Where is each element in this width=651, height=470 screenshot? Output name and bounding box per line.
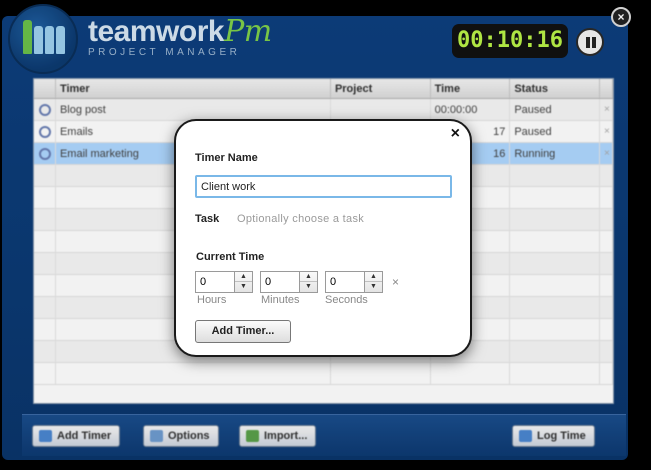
hours-arrows[interactable]: ▲ ▼: [235, 271, 253, 293]
seconds-label: Seconds: [325, 294, 368, 306]
add-timer-submit-button[interactable]: Add Timer...: [195, 320, 291, 343]
minutes-arrows[interactable]: ▲ ▼: [300, 271, 318, 293]
clear-time-icon[interactable]: ×: [392, 275, 399, 289]
chevron-down-icon[interactable]: ▼: [365, 282, 382, 292]
app-window: teamworkPm PROJECT MANAGER 00:10:16 × Ti…: [0, 0, 651, 470]
hours-label: Hours: [197, 294, 227, 306]
seconds-arrows[interactable]: ▲ ▼: [365, 271, 383, 293]
close-dialog-icon[interactable]: ×: [451, 125, 460, 143]
timer-name-label: Timer Name: [195, 152, 258, 164]
minutes-input[interactable]: [260, 271, 300, 293]
chevron-down-icon[interactable]: ▼: [235, 282, 252, 292]
task-label: Task: [195, 213, 220, 225]
hours-stepper[interactable]: ▲▼: [195, 271, 253, 293]
timer-name-input[interactable]: [195, 175, 452, 198]
seconds-input[interactable]: [325, 271, 365, 293]
minutes-label: Minutes: [261, 294, 300, 306]
chevron-down-icon[interactable]: ▼: [300, 282, 317, 292]
add-timer-dialog: × Timer Name Task Optionally choose a ta…: [174, 119, 472, 357]
minutes-stepper[interactable]: ▲▼: [260, 271, 318, 293]
hours-input[interactable]: [195, 271, 235, 293]
chevron-up-icon[interactable]: ▲: [365, 272, 382, 282]
current-time-label: Current Time: [196, 251, 265, 263]
seconds-stepper[interactable]: ▲▼: [325, 271, 383, 293]
task-chooser[interactable]: Optionally choose a task: [237, 213, 364, 225]
chevron-up-icon[interactable]: ▲: [235, 272, 252, 282]
chevron-up-icon[interactable]: ▲: [300, 272, 317, 282]
